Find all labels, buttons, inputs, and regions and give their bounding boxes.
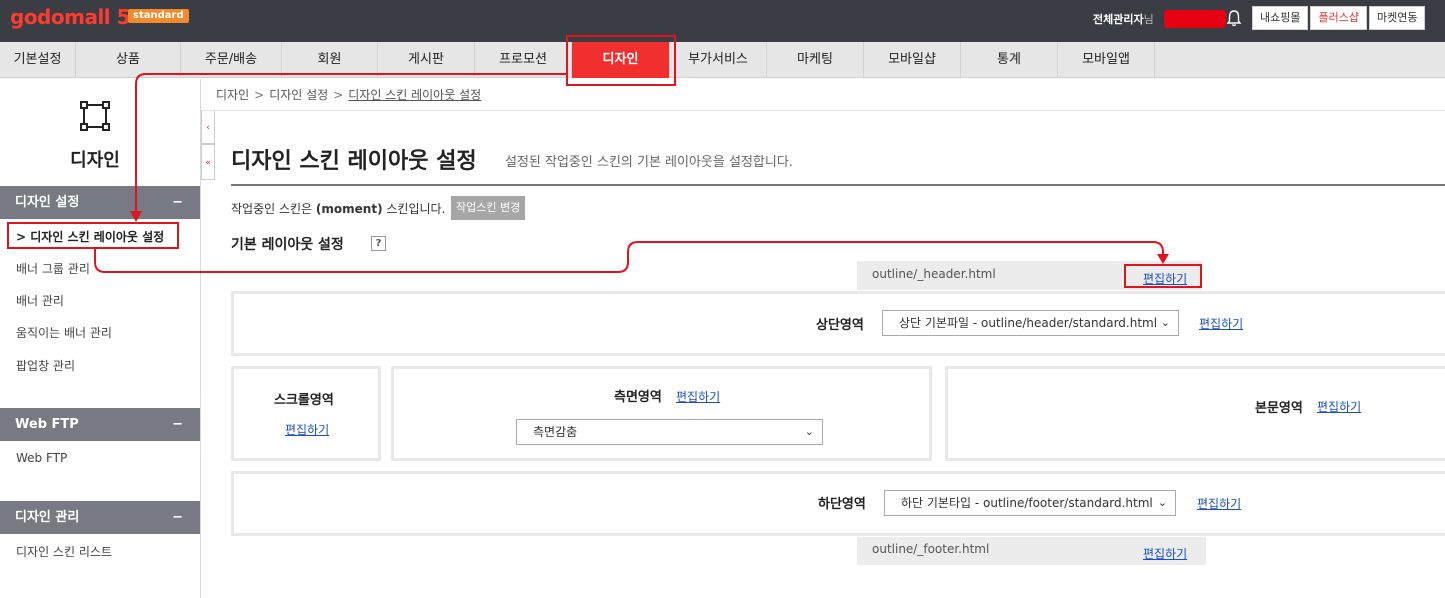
nav-products[interactable]: 상품 [76,42,181,78]
sidebar-hide-tab[interactable]: « [201,144,215,180]
top-buttons: 내쇼핑몰 플러스샵 마켓연동 [1252,6,1427,30]
plus-shop-button[interactable]: 플러스샵 [1310,6,1367,30]
sidebar-item-moving-banner[interactable]: 움직이는 배너 관리 [16,324,112,341]
chevron-down-icon: ⌄ [804,425,814,438]
main-nav: 기본설정 상품 주문/배송 회원 게시판 프로모션 디자인 부가서비스 마케팅 … [0,42,1445,78]
scroll-area-box [231,366,381,461]
collapse-icon[interactable]: − [172,408,183,441]
chevron-down-icon: ⌄ [1157,496,1167,509]
top-bar: godomall 5 standard 전체관리자님 내쇼핑몰 플러스샵 마켓연… [0,0,1445,42]
sidebar-group-web-ftp[interactable]: Web FTP − [0,408,200,441]
sidebar-group-design-manage[interactable]: 디자인 관리 − [0,501,200,534]
side-area-edit-link[interactable]: 편집하기 [676,388,720,405]
section-title: 기본 레이아웃 설정 [231,237,344,253]
bottom-area-select[interactable]: 하단 기본타입 - outline/footer/standard.html ⌄ [884,490,1176,516]
sidebar-item-web-ftp[interactable]: Web FTP [16,451,67,465]
body-area-label: 본문영역 [1255,401,1303,416]
nav-marketing[interactable]: 마케팅 [767,42,864,78]
breadcrumb-separator: > [254,88,265,102]
nav-addon-services[interactable]: 부가서비스 [670,42,767,78]
bottom-area-label: 하단영역 [818,497,866,512]
side-area-label: 측면영역 [614,390,662,405]
nav-mobile-shop[interactable]: 모바일샵 [864,42,961,78]
help-icon[interactable]: ? [371,236,386,251]
bell-icon[interactable] [1226,9,1242,27]
top-area-select[interactable]: 상단 기본파일 - outline/header/standard.html ⌄ [882,310,1179,336]
breadcrumb-current[interactable]: 디자인 스킨 레이아웃 설정 [348,88,481,102]
current-skin-info: 작업중인 스킨은 (moment) 스킨입니다. [231,202,446,216]
scroll-area-label: 스크롤영역 [274,393,334,408]
page-description: 설정된 작업중인 스킨의 기본 레이아웃을 설정합니다. [505,155,793,170]
footer-file-edit-link[interactable]: 편집하기 [1143,545,1187,562]
nav-orders[interactable]: 주문/배송 [181,42,282,78]
sidebar-item-popup[interactable]: 팝업창 관리 [16,357,75,374]
sidebar: 디자인 디자인 설정 − > 디자인 스킨 레이아웃 설정 배너 그룹 관리 배너… [0,79,201,598]
market-link-button[interactable]: 마켓연동 [1368,6,1426,30]
nav-basic-settings[interactable]: 기본설정 [0,42,76,78]
highlight-skin-layout-item [7,222,179,249]
scroll-area-edit-link[interactable]: 편집하기 [285,421,329,438]
collapse-icon[interactable]: − [172,501,183,534]
breadcrumb-item[interactable]: 디자인 [216,88,249,102]
breadcrumb-item[interactable]: 디자인 설정 [269,88,328,102]
highlight-design-menu [566,35,676,86]
breadcrumb-separator: > [333,88,344,102]
side-area-box [391,366,932,461]
nav-mobile-app[interactable]: 모바일앱 [1058,42,1155,78]
godomall-logo[interactable]: godomall 5 [10,5,131,29]
my-shop-button[interactable]: 내쇼핑몰 [1252,6,1309,30]
header-file-name: outline/_header.html [872,267,996,281]
top-area-edit-link[interactable]: 편집하기 [1199,315,1243,332]
body-area-edit-link[interactable]: 편집하기 [1317,398,1361,415]
sidebar-group-design-settings[interactable]: 디자인 설정 − [0,186,200,219]
sidebar-item-banner[interactable]: 배너 관리 [16,292,64,309]
divider [201,110,1445,111]
sidebar-item-skin-list[interactable]: 디자인 스킨 리스트 [16,543,112,560]
chevron-down-icon: ⌄ [1160,316,1170,329]
sidebar-collapse-tab[interactable]: ‹ [201,110,215,144]
design-frame-icon [80,101,110,131]
nav-members[interactable]: 회원 [282,42,378,78]
nav-statistics[interactable]: 통계 [961,42,1058,78]
sidebar-title: 디자인 [70,150,120,171]
nav-promotion[interactable]: 프로모션 [475,42,572,78]
bottom-area-edit-link[interactable]: 편집하기 [1197,495,1241,512]
collapse-icon[interactable]: − [172,186,183,219]
body-area-box [945,366,1445,461]
side-area-select[interactable]: 측면감춤 ⌄ [516,419,823,445]
redacted-user-id [1164,10,1226,28]
breadcrumb: 디자인 > 디자인 설정 > 디자인 스킨 레이아웃 설정 [216,86,481,103]
title-divider [231,184,1445,186]
nav-board[interactable]: 게시판 [378,42,475,78]
admin-name: 전체관리자님 [1093,13,1154,26]
footer-file-strip: outline/_footer.html 편집하기 [857,537,1206,565]
page-title: 디자인 스킨 레이아웃 설정 [231,149,477,174]
edition-badge: standard [128,9,189,23]
sidebar-item-banner-group[interactable]: 배너 그룹 관리 [16,260,90,277]
top-area-label: 상단영역 [816,318,864,333]
footer-file-name: outline/_footer.html [872,542,990,556]
change-skin-button[interactable]: 작업스킨 변경 [451,196,526,220]
highlight-header-edit-link [1124,264,1202,288]
